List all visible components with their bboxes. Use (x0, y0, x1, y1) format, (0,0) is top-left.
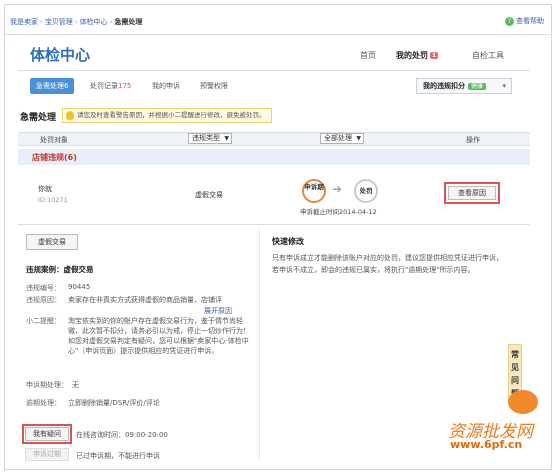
tab-penalty-records[interactable]: 处罚记录175 (90, 78, 131, 94)
nav-self-check-tools[interactable]: 自检工具 (472, 50, 504, 61)
appeal-expired-button: 申诉过期 (25, 448, 69, 461)
breadcrumb-item[interactable]: 宝贝管理 (45, 18, 73, 26)
divider (18, 70, 530, 71)
breadcrumb-item[interactable]: 我是卖家 (10, 18, 38, 26)
breadcrumb-item[interactable]: 体检中心 (80, 18, 108, 26)
appeal-handling: 无 (72, 381, 79, 389)
tip-banner: 请您及时查看警告原因，并根据小二提醒进行修改，避免被处罚。 (62, 108, 272, 123)
appeal-deadline: 申诉截止时间2014-04-12 (300, 208, 377, 216)
expand-reason-link[interactable]: 展开原因 (204, 306, 232, 316)
violation-type: 虚假交易 (195, 191, 223, 199)
field-label: 违规原因： (26, 296, 61, 304)
tab-my-appeals[interactable]: 我的申诉 (152, 78, 180, 94)
table-header (18, 132, 530, 146)
nav-my-penalties[interactable]: 我的处罚 1 (396, 50, 439, 61)
group-title: 店铺违规(6) (32, 153, 77, 162)
watermark-url: www.6pf.cn (450, 438, 523, 451)
chevron-down-icon: ▾ (502, 82, 506, 90)
violation-type-select[interactable]: 违规类型 ▼ (188, 133, 232, 144)
violation-reason: 卖家存在非真实方式获得虚假的商品销量、店铺评 (68, 296, 222, 304)
field-label: 违规编号： (26, 284, 61, 292)
health-badge: 健康 (468, 83, 487, 90)
divider (4, 34, 552, 35)
help-label: 查看帮助 (516, 17, 544, 25)
breadcrumb-current: 急需处理 (114, 18, 143, 26)
case-tag-button[interactable]: 虚假交易 (26, 234, 78, 250)
arrow-right-icon: ➜ (332, 182, 343, 196)
staff-reminder: 淘宝依实到的你的账户存在虚假交易行为，鉴于情节尚轻微，此次暂不扣分，请务必引以为… (68, 317, 250, 355)
quick-fix-title: 快速修改 (272, 237, 304, 246)
breadcrumb: 我是卖家 › 宝贝管理 › 体检中心 › 急需处理 (10, 18, 143, 26)
tab-urgent[interactable]: 急需处理6 (30, 78, 75, 94)
chevron-down-icon: ▼ (224, 135, 229, 142)
group-row (18, 149, 530, 165)
violation-number: 90445 (68, 283, 91, 291)
tab-warning-permissions[interactable]: 预警权限 (200, 78, 228, 94)
field-label: 小二提醒： (26, 317, 61, 325)
overdue-handling: 立即删除销量/DSR/评价/评论 (68, 399, 160, 407)
item-id: ID:10271 (38, 196, 68, 204)
view-reason-button[interactable]: 查看原因 (448, 186, 496, 200)
nav-home[interactable]: 首页 (360, 50, 376, 61)
help-link[interactable]: ? 查看帮助 (505, 16, 544, 26)
column-header-action: 操作 (466, 136, 480, 144)
fish-logo-icon (508, 390, 538, 414)
appeal-period-step: 申诉期 (302, 179, 326, 203)
chevron-down-icon: ▼ (356, 135, 361, 142)
case-row: 违规案例：虚假交易 (26, 265, 94, 274)
page-title: 体检中心 (30, 46, 91, 64)
section-title: 急需处理 (20, 113, 57, 123)
status-filter-select[interactable]: 全部处理 ▼ (320, 133, 364, 144)
field-label: 申诉期处理： (26, 381, 68, 389)
penalty-count-badge: 1 (430, 52, 439, 59)
appeal-note: 已过申诉期，不能进行申诉 (76, 452, 160, 460)
help-icon: ? (505, 16, 514, 26)
online-hours: 在线咨询时间：09:00-20:00 (76, 431, 168, 439)
lightbulb-icon (66, 111, 74, 120)
column-header-object: 处罚对象 (40, 136, 68, 144)
quick-fix-text: 只有申诉成立才能删除该账户对应的处罚，建议您提供相应凭证进行申诉，若申诉不成立，… (272, 254, 503, 274)
violation-score-dropdown[interactable]: 我的违规扣分 健康 ▾ (416, 78, 512, 94)
item-name: 你就 (38, 185, 52, 193)
field-label: 逾期处理： (26, 399, 61, 407)
i-have-questions-button[interactable]: 我有疑问 (25, 427, 69, 441)
divider (18, 224, 530, 225)
penalty-step: 处罚 (354, 179, 378, 203)
